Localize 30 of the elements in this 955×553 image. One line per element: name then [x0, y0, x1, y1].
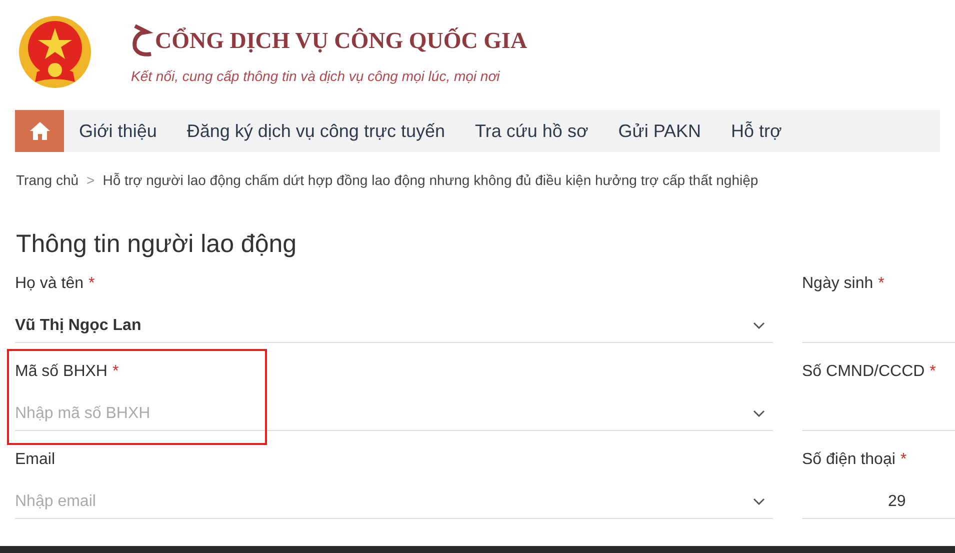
select-field[interactable]: Vũ Thị Ngọc Lan: [15, 309, 773, 343]
nav-link[interactable]: Hỗ trợ: [716, 110, 797, 152]
field-label: Số CMND/CCCD: [802, 363, 925, 381]
breadcrumb-separator: >: [86, 172, 95, 188]
breadcrumb-link[interactable]: Trang chủ: [16, 172, 79, 188]
site-slogan: Kết nối, cung cấp thông tin và dịch vụ công mọi lúc, mọi nơi: [131, 68, 501, 84]
required-mark: *: [878, 275, 884, 293]
required-mark: *: [112, 363, 119, 381]
nav-link[interactable]: Gửi PAKN: [603, 110, 716, 152]
chevron-down-icon: [753, 410, 765, 418]
home-icon: [28, 121, 50, 141]
field-label: Ngày sinh: [802, 275, 874, 293]
nav-link[interactable]: Đăng ký dịch vụ công trực tuyến: [172, 110, 460, 152]
nav-link[interactable]: Tra cứu hồ sơ: [460, 110, 604, 152]
section-title: Thông tin người lao động: [15, 229, 298, 259]
field-label: Họ và tên: [15, 275, 84, 293]
input-field[interactable]: 29: [802, 485, 955, 519]
required-mark: *: [88, 275, 95, 293]
field-label: Số điện thoại: [802, 451, 896, 469]
required-mark: *: [930, 363, 936, 381]
field-label: Mã số BHXH: [15, 363, 108, 381]
nav-link[interactable]: Giới thiệu: [64, 110, 172, 152]
field-label: Email: [15, 451, 56, 469]
chevron-down-icon: [753, 498, 765, 506]
chevron-down-icon: [753, 322, 765, 330]
breadcrumb-current: Hỗ trợ người lao động chấm dứt hợp đồng lao động nhưng không đủ điều kiện hưởng trợ cấp thất nghiệp: [102, 172, 758, 188]
bird-logo-icon: [131, 24, 153, 58]
required-mark: *: [900, 451, 907, 469]
home-button[interactable]: [15, 110, 64, 152]
site-title: CỔNG DỊCH VỤ CÔNG QUỐC GIA: [155, 28, 528, 54]
